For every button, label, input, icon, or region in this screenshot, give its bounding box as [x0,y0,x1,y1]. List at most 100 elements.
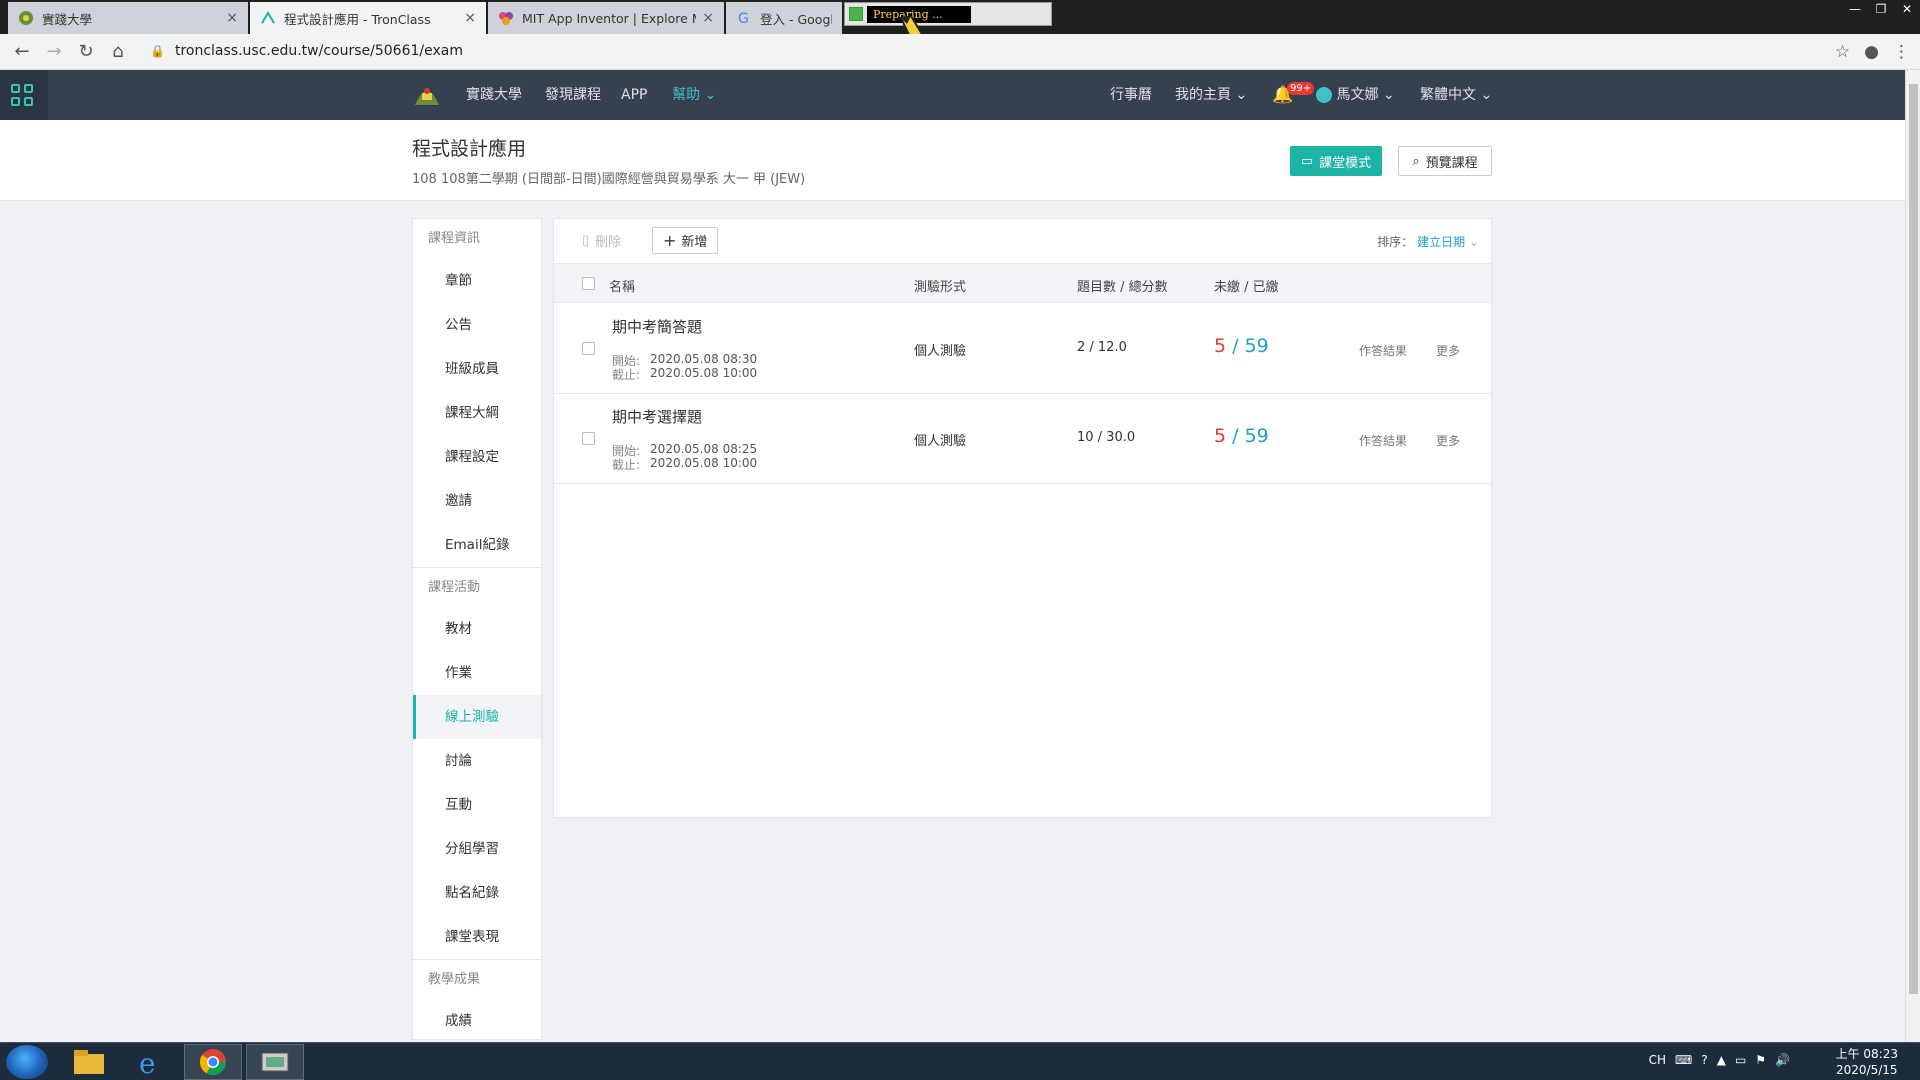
add-button[interactable]: + 新增 [652,227,719,254]
sidebar-item-performance[interactable]: 課堂表現 [413,915,541,959]
nav-discover[interactable]: 發現課程 [545,70,601,120]
app-header: 實踐大學 發現課程 APP 幫助 ⌄ 行事曆 我的主頁 ⌄ 🔔 99+ 馬文娜 … [0,70,1905,120]
exam-list-panel: ▯ 刪除 + 新增 排序： 建立日期 ⌄ 名稱 測驗形式 題目數 / 總分數 未… [553,218,1492,818]
chrome-icon[interactable] [184,1044,242,1080]
volume-icon[interactable]: 🔊 [1775,1053,1790,1067]
show-hidden-icons[interactable]: ▲ [1717,1053,1726,1067]
delete-button[interactable]: ▯ 刪除 [582,231,621,250]
exam-title[interactable]: 期中考選擇題 [612,406,702,427]
window-controls: — ❐ ✕ [1842,0,1920,20]
bell-icon[interactable]: 🔔 [1272,70,1293,120]
internet-explorer-icon[interactable]: e [122,1044,180,1080]
table-row[interactable]: 期中考簡答題 開始: 2020.05.08 08:30 截止: 2020.05.08… [554,304,1491,394]
browser-tab[interactable]: 實踐大學 × [8,2,248,34]
sidebar-item-discussion[interactable]: 討論 [413,739,541,783]
account-icon[interactable]: ● [1864,42,1879,62]
submission-count[interactable]: 5 / 59 [1214,335,1269,357]
sidebar-item-materials[interactable]: 教材 [413,607,541,651]
start-button[interactable] [6,1045,48,1079]
forward-icon[interactable]: → [38,41,70,62]
more-link[interactable]: 更多 [1436,432,1460,449]
network-icon[interactable]: ▭ [1735,1053,1746,1067]
avatar [1316,87,1332,103]
result-link[interactable]: 作答結果 [1359,432,1407,449]
chevron-down-icon: ⌄ [1468,235,1479,249]
sidebar-item-chapters[interactable]: 章節 [413,259,541,303]
help-icon[interactable]: ? [1701,1053,1707,1067]
more-link[interactable]: 更多 [1436,342,1460,359]
select-all-checkbox[interactable] [582,277,595,290]
file-explorer-icon[interactable] [60,1044,118,1080]
chevron-down-icon: ⌄ [1382,87,1395,103]
close-tab-icon[interactable]: × [464,10,476,26]
menu-icon[interactable]: ⋮ [1893,42,1910,62]
browser-tab-bar: 實踐大學 × 程式設計應用 - TronClass × MIT App Inve… [0,0,1920,34]
preview-course-button[interactable]: ⌕ 預覽課程 [1398,146,1492,176]
scrollbar-thumb[interactable] [1909,84,1918,994]
reload-icon[interactable]: ↻ [70,41,102,62]
browser-tab[interactable]: G 登入 - Google [726,2,842,34]
home-icon[interactable]: ⌂ [102,41,134,62]
close-tab-icon[interactable]: × [226,10,238,26]
row-checkbox[interactable] [582,342,595,355]
row-checkbox[interactable] [582,432,595,445]
exam-score: 2 / 12.0 [1077,340,1127,355]
column-header-score: 題目數 / 總分數 [1077,280,1168,295]
exam-end: 截止: 2020.05.08 10:00 [612,456,758,472]
language-select[interactable]: 繁體中文 ⌄ [1420,70,1492,120]
restore-button[interactable]: ❐ [1868,0,1894,20]
sidebar-section-title: 教學成果 [413,959,541,999]
sidebar-item-homework[interactable]: 作業 [413,651,541,695]
system-tray: CH ⌨ ? ▲ ▭ ⚑ 🔊 [1649,1053,1790,1067]
table-header: 名稱 測驗形式 題目數 / 總分數 未繳 / 已繳 [554,263,1491,303]
nav-app[interactable]: APP [621,70,647,120]
user-menu[interactable]: 馬文娜 ⌄ [1316,70,1395,120]
notification-badge: 99+ [1287,82,1315,95]
star-icon[interactable]: ☆ [1835,42,1850,62]
close-tab-icon[interactable]: × [702,10,714,26]
close-window-button[interactable]: ✕ [1894,0,1920,20]
classroom-mode-button[interactable]: ▭ 課堂模式 [1290,146,1382,176]
nav-university[interactable]: 實踐大學 [466,70,522,120]
sidebar-item-announcements[interactable]: 公告 [413,303,541,347]
flag-icon[interactable]: ⚑ [1755,1053,1766,1067]
sidebar-item-syllabus[interactable]: 課程大綱 [413,391,541,435]
preparing-popup: Preparing ... [844,2,1052,26]
column-header-type: 測驗形式 [914,280,967,295]
sidebar-item-online-exam[interactable]: 線上測驗 [413,695,541,739]
table-row[interactable]: 期中考選擇題 開始: 2020.05.08 08:25 截止: 2020.05.08… [554,394,1491,484]
back-icon[interactable]: ← [6,41,38,62]
result-link[interactable]: 作答結果 [1359,342,1407,359]
shijian-favicon-icon [18,10,34,26]
url-field[interactable]: 🔒 tronclass.usc.edu.tw/course/50661/exam [150,43,463,59]
apps-grid-icon[interactable] [0,70,48,120]
nav-help[interactable]: 幫助 ⌄ [672,70,716,120]
minimize-button[interactable]: — [1842,0,1868,20]
page-scrollbar[interactable] [1905,70,1920,1042]
sidebar-item-grades[interactable]: 成績 [413,999,541,1039]
nav-my-home[interactable]: 我的主頁 ⌄ [1175,70,1247,120]
submission-count[interactable]: 5 / 59 [1214,425,1269,447]
sidebar-item-interaction[interactable]: 互動 [413,783,541,827]
sidebar-item-members[interactable]: 班級成員 [413,347,541,391]
browser-tab-active[interactable]: 程式設計應用 - TronClass × [250,2,486,34]
sidebar-item-attendance[interactable]: 點名紀錄 [413,871,541,915]
sidebar-item-email-log[interactable]: Email紀錄 [413,523,541,567]
nav-calendar[interactable]: 行事曆 [1110,70,1152,120]
keyboard-icon[interactable]: ⌨ [1675,1053,1692,1067]
input-language[interactable]: CH [1649,1053,1666,1067]
school-logo-icon[interactable] [413,83,441,107]
column-header-name[interactable]: 名稱 [609,276,635,295]
exam-title[interactable]: 期中考簡答題 [612,316,702,337]
sidebar-item-group-learning[interactable]: 分組學習 [413,827,541,871]
svg-text:e: e [139,1047,156,1077]
sort-select[interactable]: 排序： 建立日期 ⌄ [1377,233,1479,250]
lock-icon: 🔒 [150,44,165,58]
sidebar-item-settings[interactable]: 課程設定 [413,435,541,479]
browser-tab[interactable]: MIT App Inventor | Explore MIT × [488,2,724,34]
screen-recorder-icon[interactable] [246,1044,304,1080]
chevron-down-icon: ⌄ [1235,87,1248,103]
sidebar-item-invite[interactable]: 邀請 [413,479,541,523]
system-clock[interactable]: 上午 08:23 2020/5/15 [1836,1046,1898,1078]
course-subtitle: 108 108第二學期 (日間部-日間)國際經營與貿易學系 大一 甲 (JEW) [412,172,806,187]
